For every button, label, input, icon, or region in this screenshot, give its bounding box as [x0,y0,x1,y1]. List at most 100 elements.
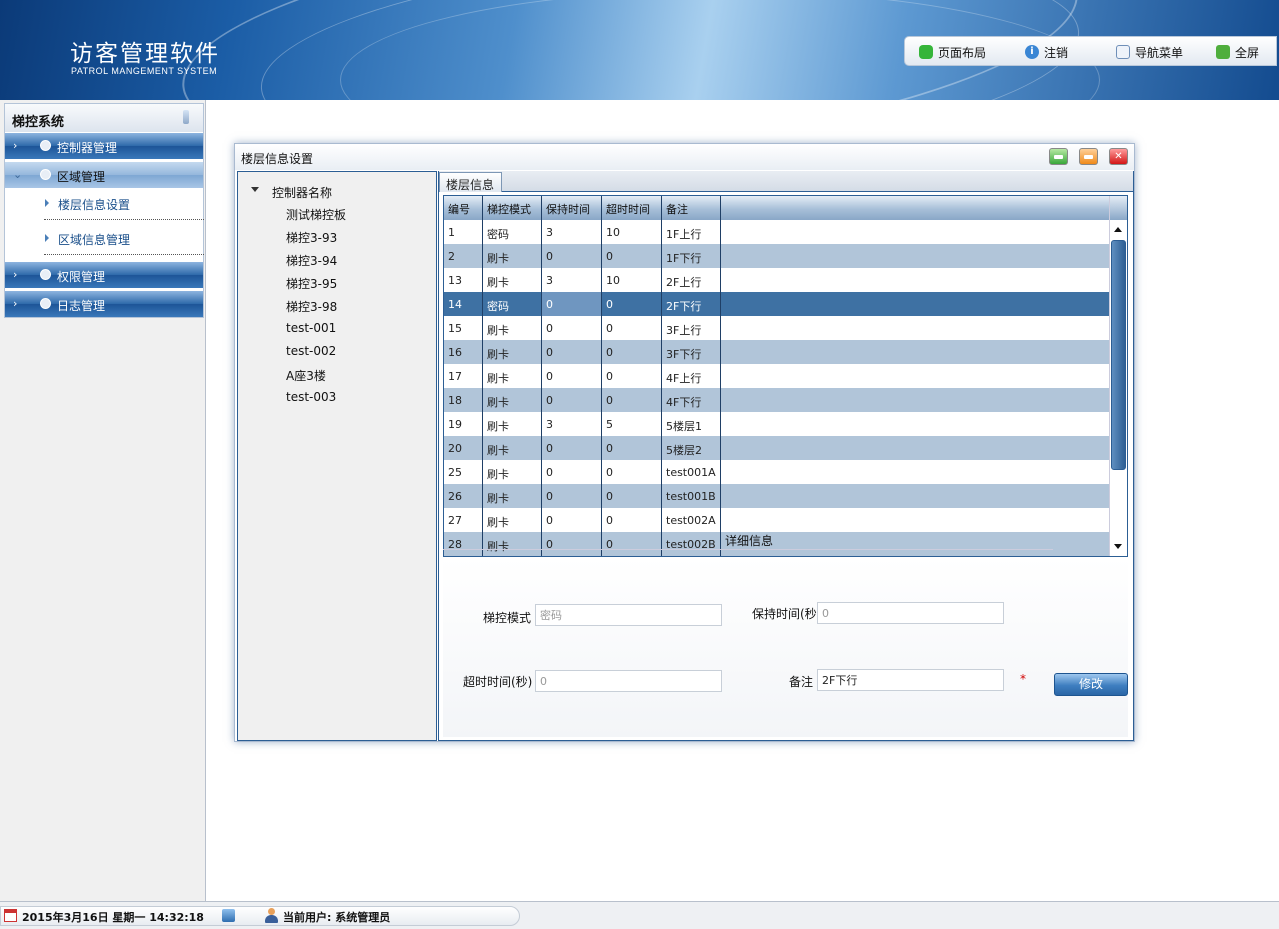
table-row[interactable]: 18 刷卡 0 0 4F下行 [444,388,1109,412]
tree-node[interactable]: 梯控3-95 [286,275,337,292]
maximize-button[interactable] [1079,148,1098,165]
nav-group-controller[interactable]: › 控制器管理 [5,133,203,159]
cell-hold: 0 [542,340,602,364]
table-row[interactable]: 15 刷卡 0 0 3F上行 [444,316,1109,340]
cell-hold: 0 [542,436,602,460]
tree-node[interactable]: test-002 [286,344,336,358]
column-header-hold[interactable]: 保持时间 [542,196,602,220]
cell-filler [721,340,1109,364]
app-header: 访客管理软件 PATROL MANGEMENT SYSTEM 页面布局 i 注销… [0,0,1279,100]
window-titlebar[interactable]: 楼层信息设置 ✕ [235,144,1134,170]
table-row[interactable]: 27 刷卡 0 0 test002A [444,508,1109,532]
table-row[interactable]: 17 刷卡 0 0 4F上行 [444,364,1109,388]
column-header-remark[interactable]: 备注 [662,196,721,220]
tree-node[interactable]: 测试梯控板 [286,206,346,223]
divider [44,219,204,220]
scroll-up-icon[interactable] [1114,227,1122,232]
column-header-mode[interactable]: 梯控模式 [483,196,542,220]
cell-mode: 刷卡 [483,412,542,436]
chevron-right-icon: › [13,268,18,281]
hold-time-field[interactable] [817,602,1004,624]
page-layout-label: 页面布局 [938,45,987,60]
tab-floor-info[interactable]: 楼层信息 [439,172,502,192]
sidebar-item-label: 区域信息管理 [58,233,131,247]
cell-timeout: 0 [602,484,662,508]
tree-node[interactable]: test-003 [286,390,336,404]
table-row[interactable]: 2 刷卡 0 0 1F下行 [444,244,1109,268]
sidebar-item-area-management[interactable]: 区域信息管理 [40,226,200,250]
scroll-down-icon[interactable] [1114,544,1122,549]
table-row[interactable]: 28 刷卡 0 0 test002B [444,532,1109,556]
cell-timeout: 10 [602,220,662,244]
hold-time-label: 保持时间(秒) [752,607,822,621]
sidebar-item-label: 楼层信息设置 [58,198,131,212]
mode-field[interactable] [535,604,722,626]
table-row[interactable]: 1 密码 3 10 1F上行 [444,220,1109,244]
tree-node[interactable]: 梯控3-98 [286,298,337,315]
tab-strip: 楼层信息 [439,171,1133,192]
scrollbar-thumb[interactable] [1111,240,1126,470]
timeout-field[interactable] [535,670,722,692]
expand-arrow-icon[interactable] [251,187,259,192]
cell-mode: 密码 [483,220,542,244]
detail-caption: 详细信息 [725,534,774,548]
cell-remark: 3F上行 [662,316,721,340]
cell-filler [721,364,1109,388]
sidebar-title: 梯控系统 [5,104,203,132]
tree-root-node[interactable]: 控制器名称 [272,184,332,201]
tree-node[interactable]: 梯控3-94 [286,252,337,269]
puzzle-icon [919,45,933,59]
close-button[interactable]: ✕ [1109,148,1128,165]
nav-group-area[interactable]: ⌄ 区域管理 [5,162,203,188]
cell-id: 18 [444,388,483,412]
table-row[interactable]: 19 刷卡 3 5 5楼层1 [444,412,1109,436]
cell-timeout: 0 [602,244,662,268]
cell-hold: 0 [542,292,602,316]
table-row[interactable]: 16 刷卡 0 0 3F下行 [444,340,1109,364]
vertical-scrollbar[interactable] [1109,196,1127,556]
cell-id: 2 [444,244,483,268]
cell-remark: 3F下行 [662,340,721,364]
cell-filler [721,268,1109,292]
column-header-timeout[interactable]: 超时时间 [602,196,662,220]
column-header-id[interactable]: 编号 [444,196,483,220]
nav-group-log[interactable]: › 日志管理 [5,291,203,317]
cell-timeout: 5 [602,412,662,436]
cell-mode: 刷卡 [483,460,542,484]
table-row[interactable]: 13 刷卡 3 10 2F上行 [444,268,1109,292]
minimize-icon [1054,155,1063,159]
cell-filler [721,244,1109,268]
tree-node[interactable]: 梯控3-93 [286,229,337,246]
cell-hold: 0 [542,508,602,532]
table-row[interactable]: 26 刷卡 0 0 test001B [444,484,1109,508]
tree-node[interactable]: A座3楼 [286,367,326,384]
user-icon [264,908,278,923]
minimize-button[interactable] [1049,148,1068,165]
chevron-right-icon: › [13,139,18,152]
modify-button[interactable]: 修改 [1054,673,1128,696]
nav-group-label: 控制器管理 [57,141,118,155]
logout-button[interactable]: i 注销 [1025,44,1068,60]
tree-node[interactable]: test-001 [286,321,336,335]
nav-group-permission[interactable]: › 权限管理 [5,262,203,288]
table-row[interactable]: 14 密码 0 0 2F下行 [444,292,1109,316]
window-icon[interactable] [222,909,235,922]
cell-mode: 刷卡 [483,364,542,388]
fullscreen-button[interactable]: 全屏 [1216,44,1259,60]
page-layout-button[interactable]: 页面布局 [919,44,986,60]
table-row[interactable]: 20 刷卡 0 0 5楼层2 [444,436,1109,460]
cell-remark: 5楼层2 [662,436,721,460]
pin-icon[interactable] [183,110,189,124]
nav-menu-button[interactable]: 导航菜单 [1116,44,1183,60]
fullscreen-label: 全屏 [1235,45,1260,60]
cell-timeout: 0 [602,532,662,556]
cell-hold: 0 [542,484,602,508]
sidebar-item-floor-settings[interactable]: 楼层信息设置 [40,191,200,215]
cell-remark: 1F下行 [662,244,721,268]
cell-hold: 0 [542,316,602,340]
cell-filler [721,532,1109,556]
cell-mode: 刷卡 [483,484,542,508]
remark-field[interactable] [817,669,1004,691]
remark-label: 备注 [789,675,814,689]
table-row[interactable]: 25 刷卡 0 0 test001A [444,460,1109,484]
